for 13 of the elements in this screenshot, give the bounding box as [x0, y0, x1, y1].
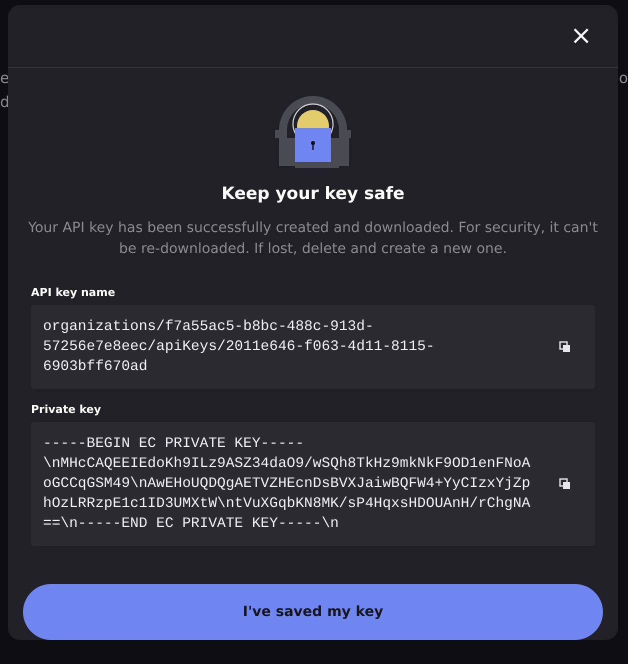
- background-text: e: [0, 68, 10, 89]
- field-label: Private key: [31, 403, 102, 416]
- field-label: API key name: [31, 286, 116, 299]
- background-text: d: [0, 92, 10, 113]
- key-text: organizations/f7a55ac5-b8bc-488c-913d- 57256e7e8eec/apiKeys/2011e646-f063-4d11-8115- 6903bff670ad: [43, 318, 435, 377]
- key-text: -----BEGIN EC PRIVATE KEY----- \nMHcCAQEEIEdoKh9ILz9ASZ34daO9/wSQh8TkHz9mkNkF9OD1enFNoA oGCCqGSM49\nAwEHoUQDQgAETVZHEcnDsBVXJaiwBQFW4+YyCIzxYjZp hOzLRRzpE1c1ID3UMXtW\ntVuXGqbKN8MK/sP4HqxsHDOUAnH/rChgNA ==\n-----END EC PRIVATE KEY-----\n: [43, 435, 530, 534]
- copy-icon[interactable]: [559, 478, 571, 490]
- copy-icon[interactable]: [559, 341, 571, 353]
- background-text: o: [618, 68, 628, 89]
- dialog-description: Your API key has been successfully created and downloaded. For security, it can't be re-downloaded. If lost, delete and create a new one.: [28, 219, 598, 259]
- confirm-button[interactable]: I've saved my key: [23, 584, 603, 640]
- close-button[interactable]: ×: [566, 23, 596, 49]
- dialog-title: Keep your key safe: [221, 184, 405, 204]
